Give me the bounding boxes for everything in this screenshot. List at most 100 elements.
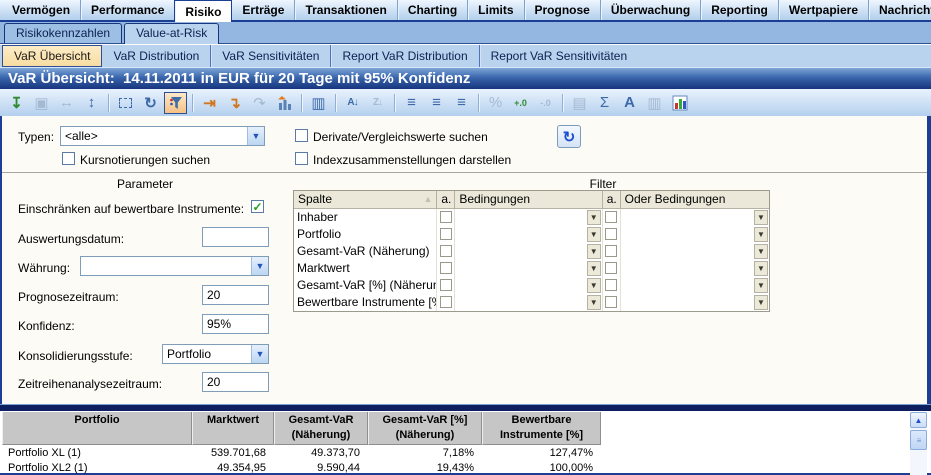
filter-oder-select[interactable]: ▼	[622, 210, 768, 225]
filter-or-checkbox[interactable]	[605, 296, 617, 308]
chevron-down-icon[interactable]: ▼	[587, 244, 601, 259]
filter-and-checkbox[interactable]	[440, 245, 452, 257]
filter-and-checkbox[interactable]	[440, 262, 452, 274]
chevron-down-icon[interactable]: ▼	[251, 257, 268, 275]
chevron-down-icon[interactable]: ▼	[587, 261, 601, 276]
filter-or-checkbox[interactable]	[605, 262, 617, 274]
scrollbar-thumb[interactable]: ≡	[910, 430, 927, 450]
chevron-down-icon[interactable]: ▼	[587, 295, 601, 310]
copy-view-icon[interactable]: ▣	[30, 92, 53, 114]
menu-item-prognose[interactable]: Prognose	[524, 0, 600, 20]
chevron-down-icon[interactable]: ▼	[754, 278, 768, 293]
filter-and-checkbox[interactable]	[440, 279, 452, 291]
tab-risikokennzahlen[interactable]: Risikokennzahlen	[4, 23, 122, 43]
filter-or-checkbox[interactable]	[605, 279, 617, 291]
prognosezeitraum-input[interactable]	[202, 285, 269, 305]
undo-icon[interactable]: ↷	[248, 92, 271, 114]
filter-bedingungen-select[interactable]: ▼	[456, 295, 600, 310]
tab-var-sensitivit-ten[interactable]: VaR Sensitivitäten	[210, 45, 330, 67]
insert-column-icon[interactable]: ⇥	[198, 92, 221, 114]
refresh-icon[interactable]: ↻	[139, 92, 162, 114]
chevron-down-icon[interactable]: ▼	[754, 227, 768, 242]
menu-item-performance[interactable]: Performance	[80, 0, 174, 20]
filter-and-checkbox[interactable]	[440, 296, 452, 308]
menu-item-transaktionen[interactable]: Transaktionen	[294, 0, 396, 20]
scroll-up-button[interactable]: ▲	[910, 412, 927, 428]
columns-icon[interactable]: ▥	[643, 92, 666, 114]
drilldown-chart-icon[interactable]	[273, 92, 296, 114]
menu-item-wertpapiere[interactable]: Wertpapiere	[778, 0, 868, 20]
tab-report-var-sensitivit-ten[interactable]: Report VaR Sensitivitäten	[479, 45, 639, 67]
typen-select[interactable]: <alle> ▼	[60, 126, 265, 146]
filter-header-bedingungen[interactable]: Bedingungen	[455, 191, 602, 208]
tab-var-bersicht[interactable]: VaR Übersicht	[2, 45, 102, 67]
filter-header-spalte[interactable]: Spalte▲	[294, 191, 437, 208]
align-center-icon[interactable]: ≡	[425, 92, 448, 114]
fit-width-icon[interactable]: ↔	[55, 92, 78, 114]
filter-bedingungen-select[interactable]: ▼	[456, 261, 600, 276]
filter-oder-select[interactable]: ▼	[622, 261, 768, 276]
derivate-checkbox[interactable]	[295, 129, 308, 142]
filter-or-checkbox[interactable]	[605, 245, 617, 257]
align-right-icon[interactable]: ≡	[450, 92, 473, 114]
filter-oder-select[interactable]: ▼	[622, 278, 768, 293]
chevron-down-icon[interactable]: ▼	[587, 278, 601, 293]
einschraenken-checkbox[interactable]: ✓	[251, 200, 264, 213]
align-left-icon[interactable]: ≡	[400, 92, 423, 114]
export-icon[interactable]: ↧	[5, 92, 28, 114]
vertical-scrollbar[interactable]: ▲ ≡	[910, 412, 927, 475]
filter-header-a2[interactable]: a.	[603, 191, 621, 208]
menu-item-verm-gen[interactable]: Vermögen	[2, 0, 80, 20]
filter-and-checkbox[interactable]	[440, 228, 452, 240]
new-window-icon[interactable]	[114, 92, 137, 114]
index-checkbox[interactable]	[295, 152, 308, 165]
percent-icon[interactable]: %	[484, 92, 507, 114]
konfidenz-input[interactable]	[202, 314, 269, 334]
key-columns-icon[interactable]: ▤	[568, 92, 591, 114]
sum-icon[interactable]: Σ	[593, 92, 616, 114]
filter-header-a1[interactable]: a.	[437, 191, 455, 208]
refresh-button[interactable]: ↻	[557, 125, 581, 148]
auswertungsdatum-input[interactable]	[202, 227, 269, 247]
menu-item-limits[interactable]: Limits	[467, 0, 523, 20]
remove-decimal-icon[interactable]: -.0	[534, 92, 557, 114]
mark-column-icon[interactable]: ▥	[307, 92, 330, 114]
chart-icon[interactable]	[668, 92, 691, 114]
tab-report-var-distribution[interactable]: Report VaR Distribution	[330, 45, 478, 67]
chevron-down-icon[interactable]: ▼	[587, 210, 601, 225]
filter-bedingungen-select[interactable]: ▼	[456, 227, 600, 242]
menu-item-reporting[interactable]: Reporting	[700, 0, 778, 20]
chevron-down-icon[interactable]: ▼	[754, 261, 768, 276]
waehrung-select[interactable]: ▼	[80, 256, 269, 276]
results-header-1[interactable]: Marktwert	[192, 412, 274, 445]
filter-oder-select[interactable]: ▼	[622, 295, 768, 310]
results-header-3[interactable]: Gesamt-VaR [%] (Näherung)	[368, 412, 482, 445]
chevron-down-icon[interactable]: ▼	[247, 127, 264, 145]
konsolidierungsstufe-select[interactable]: Portfolio ▼	[162, 344, 269, 364]
table-row[interactable]: Portfolio XL2 (1)49.354,959.590,4419,43%…	[2, 461, 601, 475]
chevron-down-icon[interactable]: ▼	[754, 295, 768, 310]
results-header-2[interactable]: Gesamt-VaR (Näherung)	[274, 412, 368, 445]
insert-row-icon[interactable]: ↴	[223, 92, 246, 114]
sort-desc-icon[interactable]: Z↓	[366, 92, 389, 114]
menu-item-nachrichten[interactable]: Nachrichten	[868, 0, 931, 20]
filter-bedingungen-select[interactable]: ▼	[456, 244, 600, 259]
filter-oder-select[interactable]: ▼	[622, 227, 768, 242]
kursnotierungen-checkbox[interactable]	[62, 152, 75, 165]
filter-and-checkbox[interactable]	[440, 211, 452, 223]
menu-item--berwachung[interactable]: Überwachung	[600, 0, 700, 20]
sort-asc-icon[interactable]: A↓	[341, 92, 364, 114]
add-decimal-icon[interactable]: +.0	[509, 92, 532, 114]
chevron-down-icon[interactable]: ▼	[251, 345, 268, 363]
zeitreihenanalysezeitraum-input[interactable]	[202, 372, 269, 392]
table-row[interactable]: Portfolio XL (1)539.701,6849.373,707,18%…	[2, 446, 601, 461]
results-header-4[interactable]: Bewertbare Instrumente [%]	[482, 412, 601, 445]
tab-value-at-risk[interactable]: Value-at-Risk	[124, 23, 219, 44]
chevron-down-icon[interactable]: ▼	[587, 227, 601, 242]
menu-item-charting[interactable]: Charting	[397, 0, 467, 20]
filter-bedingungen-select[interactable]: ▼	[456, 210, 600, 225]
fit-height-icon[interactable]: ↕	[80, 92, 103, 114]
filter-oder-select[interactable]: ▼	[622, 244, 768, 259]
font-icon[interactable]: A	[618, 92, 641, 114]
filter-or-checkbox[interactable]	[605, 228, 617, 240]
